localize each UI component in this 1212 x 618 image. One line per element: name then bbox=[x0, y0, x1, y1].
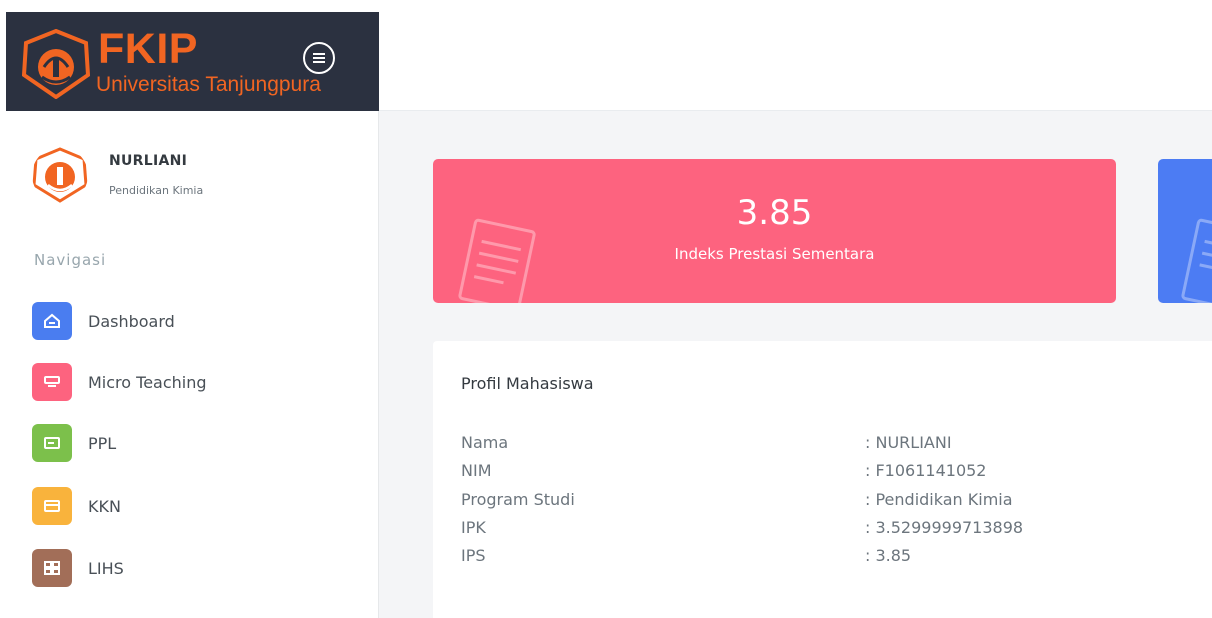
brand-title[interactable]: FKIP bbox=[98, 26, 198, 72]
nav-title: Navigasi bbox=[34, 251, 107, 269]
profile-key: NIM bbox=[461, 461, 492, 480]
ip-value: 3.85 bbox=[736, 193, 813, 233]
profile-value: : NURLIANI bbox=[865, 433, 952, 452]
sidebar-item-kkn[interactable]: KKN bbox=[32, 486, 352, 526]
profile-row-ips: IPS : 3.85 bbox=[461, 546, 1211, 568]
main-content: 3.85 Indeks Prestasi Sementara Profil Ma… bbox=[379, 111, 1212, 618]
top-header bbox=[379, 12, 1212, 111]
sidebar-item-label: Micro Teaching bbox=[88, 372, 207, 392]
user-name: NURLIANI bbox=[109, 153, 188, 169]
sidebar-item-ppl[interactable]: PPL bbox=[32, 423, 352, 463]
sidebar-item-label: LIHS bbox=[88, 558, 124, 578]
top-strip bbox=[0, 0, 1212, 12]
menu-icon bbox=[313, 53, 325, 63]
profile-value: : F1061141052 bbox=[865, 461, 987, 480]
ip-label: Indeks Prestasi Sementara bbox=[674, 245, 875, 263]
brand-subtitle: Universitas Tanjungpura bbox=[96, 73, 321, 96]
sidebar-item-micro-teaching[interactable]: Micro Teaching bbox=[32, 362, 352, 402]
sidebar: NURLIANI Pendidikan Kimia Navigasi Dashb… bbox=[6, 111, 379, 618]
profile-value: : 3.5299999713898 bbox=[865, 518, 1024, 537]
profile-row-ipk: IPK : 3.5299999713898 bbox=[461, 518, 1211, 540]
profile-title: Profil Mahasiswa bbox=[461, 374, 594, 393]
sidebar-item-lihs[interactable]: LIHS bbox=[32, 548, 352, 588]
profile-value: : 3.85 bbox=[865, 546, 912, 565]
profile-row-nim: NIM : F1061141052 bbox=[461, 461, 1211, 483]
profile-key: IPK bbox=[461, 518, 486, 537]
teaching-icon bbox=[32, 363, 72, 401]
card-icon bbox=[32, 424, 72, 462]
wallet-icon bbox=[32, 487, 72, 525]
user-avatar[interactable] bbox=[32, 147, 88, 203]
sidebar-item-label: Dashboard bbox=[88, 311, 175, 331]
user-program: Pendidikan Kimia bbox=[109, 184, 204, 197]
profile-card: Profil Mahasiswa Nama : NURLIANI NIM : F… bbox=[433, 341, 1212, 618]
profile-value: : Pendidikan Kimia bbox=[865, 490, 1013, 509]
university-seal-icon bbox=[22, 29, 90, 99]
sidebar-item-label: PPL bbox=[88, 433, 117, 453]
brand-bar: FKIP Universitas Tanjungpura bbox=[6, 12, 379, 111]
profile-key: IPS bbox=[461, 546, 486, 565]
document-icon bbox=[1181, 218, 1212, 303]
secondary-stat-card bbox=[1158, 159, 1212, 303]
sidebar-item-label: KKN bbox=[88, 496, 121, 516]
profile-row-nama: Nama : NURLIANI bbox=[461, 433, 1211, 455]
sidebar-item-dashboard[interactable]: Dashboard bbox=[32, 301, 352, 341]
profile-key: Program Studi bbox=[461, 490, 575, 509]
home-icon bbox=[32, 302, 72, 340]
profile-key: Nama bbox=[461, 433, 509, 452]
ip-stat-card: 3.85 Indeks Prestasi Sementara bbox=[433, 159, 1116, 303]
profile-row-program-studi: Program Studi : Pendidikan Kimia bbox=[461, 490, 1211, 512]
menu-toggle-button[interactable] bbox=[303, 42, 335, 74]
grid-icon bbox=[32, 549, 72, 587]
